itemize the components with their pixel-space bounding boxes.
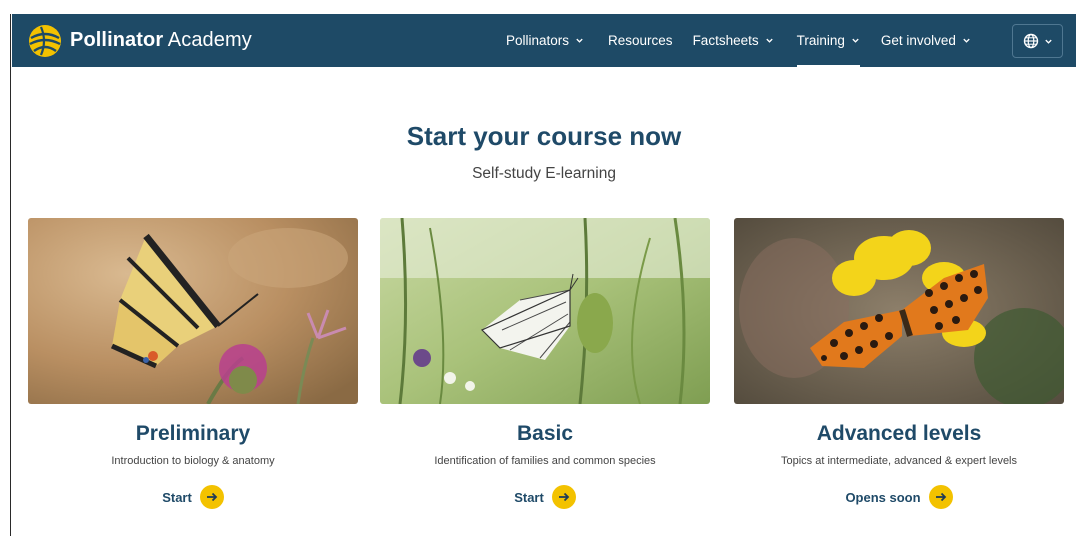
- page-title: Start your course now: [406, 121, 682, 151]
- brand-link[interactable]: Pollinator Academy: [28, 24, 252, 58]
- course-description: Introduction to biology & anatomy: [111, 455, 275, 467]
- course-start-button[interactable]: Start: [380, 485, 710, 509]
- brand-name-bold: Pollinator: [70, 29, 164, 51]
- course-card-basic: Basic Identification of families and com…: [380, 218, 710, 509]
- chevron-down-icon: [576, 38, 583, 43]
- course-opens-soon-button[interactable]: Opens soon: [734, 485, 1064, 509]
- course-image-fritillary[interactable]: [734, 218, 1064, 404]
- page-subtitle: Self-study E-learning: [472, 165, 616, 182]
- nav-item-label: Resources: [608, 33, 673, 48]
- course-description: Identification of families and common sp…: [434, 455, 656, 467]
- chevron-down-icon: [852, 38, 859, 43]
- cta-label: Start: [162, 489, 192, 505]
- arrow-right-icon: [199, 485, 224, 509]
- window-edge: [10, 14, 11, 536]
- brand-name: Pollinator Academy: [70, 29, 252, 52]
- course-image-white-butterfly[interactable]: [380, 218, 710, 404]
- nav-item-label: Pollinators: [506, 33, 570, 48]
- course-card-advanced: Advanced levels Topics at intermediate, …: [734, 218, 1064, 509]
- chevron-down-icon: [963, 38, 970, 43]
- top-strip: [0, 0, 1088, 14]
- arrow-right-icon: [928, 485, 953, 509]
- cta-label: Start: [514, 489, 544, 505]
- nav-item-label: Factsheets: [692, 33, 759, 48]
- nav-item-resources[interactable]: Resources: [608, 14, 673, 67]
- nav-item-label: Get involved: [880, 33, 956, 48]
- course-start-button[interactable]: Start: [28, 485, 358, 509]
- nav-item-label: Training: [796, 33, 845, 48]
- course-title: Preliminary: [135, 422, 251, 445]
- main-nav: Pollinators Resources Factsheets Trainin…: [506, 14, 971, 67]
- course-card-preliminary: Preliminary Introduction to biology & an…: [28, 218, 358, 509]
- chevron-down-icon: [1044, 39, 1052, 44]
- course-title: Basic: [516, 422, 574, 445]
- nav-item-training[interactable]: Training: [796, 14, 861, 67]
- nav-item-pollinators[interactable]: Pollinators: [506, 14, 584, 67]
- chevron-down-icon: [765, 38, 773, 43]
- cta-label: Opens soon: [845, 489, 921, 505]
- language-selector-button[interactable]: [1012, 24, 1063, 58]
- nav-item-get-involved[interactable]: Get involved: [881, 14, 971, 67]
- globe-icon: [1023, 33, 1038, 49]
- navbar: Pollinator Academy Pollinators Resources…: [12, 14, 1076, 67]
- course-image-swallowtail[interactable]: [28, 218, 358, 404]
- nav-item-factsheets[interactable]: Factsheets: [693, 14, 774, 67]
- bee-logo-icon: [29, 24, 61, 57]
- arrow-right-icon: [551, 485, 576, 509]
- brand-name-light: Academy: [167, 29, 252, 51]
- course-description: Topics at intermediate, advanced & exper…: [780, 455, 1018, 467]
- course-title: Advanced levels: [816, 422, 982, 445]
